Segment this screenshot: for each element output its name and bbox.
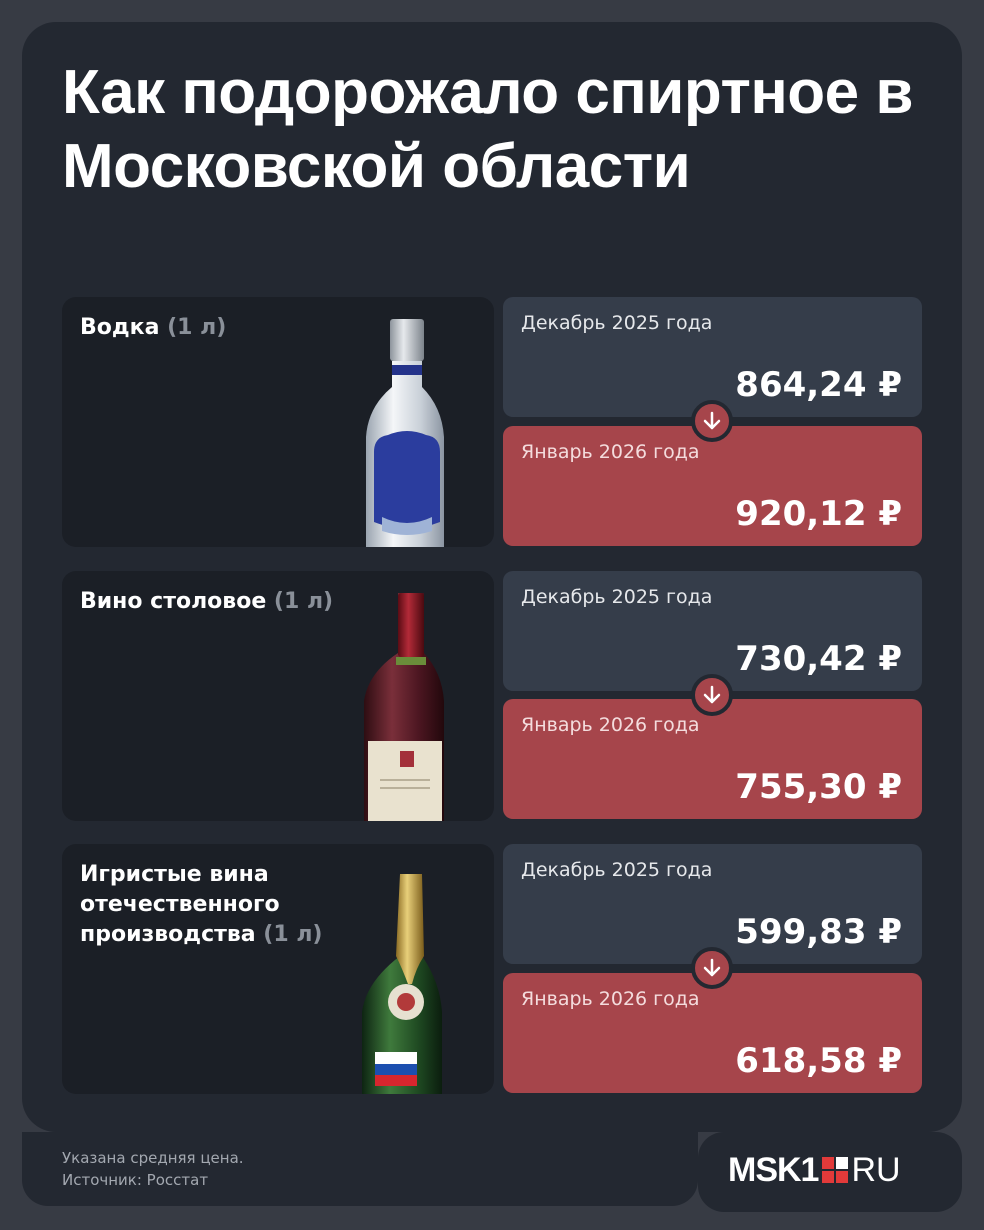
price-value: 864,24 ₽ — [735, 365, 902, 405]
msk1-logo[interactable]: MSK1 RU — [728, 1150, 901, 1189]
price-value: 599,83 ₽ — [735, 912, 902, 952]
product-name: Водка (1 л) — [80, 315, 227, 340]
footnote: Указана средняя цена. Источник: Росстат — [22, 1132, 698, 1206]
wine-bottle-image — [364, 593, 444, 821]
price-january-vodka: Январь 2026 года 920,12 ₽ — [503, 426, 922, 546]
period-label: Декабрь 2025 года — [521, 586, 713, 608]
arrow-down-icon — [691, 674, 733, 716]
period-label: Январь 2026 года — [521, 714, 700, 736]
footnote-note: Указана средняя цена. — [62, 1149, 244, 1167]
product-panel-sparkling-wine: Игристые вина отечественного производств… — [62, 844, 494, 1094]
page-title: Как подорожало спиртное в Московской обл… — [62, 58, 913, 201]
logo-box: MSK1 RU — [698, 1132, 962, 1212]
price-january-sparkling: Январь 2026 года 618,58 ₽ — [503, 973, 922, 1093]
price-value: 618,58 ₽ — [735, 1041, 902, 1081]
period-label: Декабрь 2025 года — [521, 312, 713, 334]
product-panel-wine: Вино столовое (1 л) — [62, 571, 494, 821]
arrow-down-icon — [691, 947, 733, 989]
period-label: Январь 2026 года — [521, 988, 700, 1010]
price-january-wine: Январь 2026 года 755,30 ₽ — [503, 699, 922, 819]
period-label: Декабрь 2025 года — [521, 859, 713, 881]
product-name: Игристые вина отечественного производств… — [80, 862, 323, 947]
product-panel-vodka: Водка (1 л) — [62, 297, 494, 547]
price-value: 920,12 ₽ — [735, 494, 902, 534]
price-december-wine: Декабрь 2025 года 730,42 ₽ — [503, 571, 922, 691]
vodka-bottle-image — [366, 319, 444, 547]
price-value: 730,42 ₽ — [735, 639, 902, 679]
sparkling-wine-bottle-image — [362, 874, 442, 1094]
price-december-sparkling: Декабрь 2025 года 599,83 ₽ — [503, 844, 922, 964]
product-name: Вино столовое (1 л) — [80, 589, 334, 614]
price-december-vodka: Декабрь 2025 года 864,24 ₽ — [503, 297, 922, 417]
logo-text-right: RU — [851, 1150, 901, 1189]
logo-squares-icon — [822, 1157, 849, 1183]
period-label: Январь 2026 года — [521, 441, 700, 463]
footnote-source: Источник: Росстат — [62, 1171, 209, 1189]
logo-text-left: MSK1 — [728, 1150, 819, 1189]
arrow-down-icon — [691, 400, 733, 442]
price-value: 755,30 ₽ — [735, 767, 902, 807]
